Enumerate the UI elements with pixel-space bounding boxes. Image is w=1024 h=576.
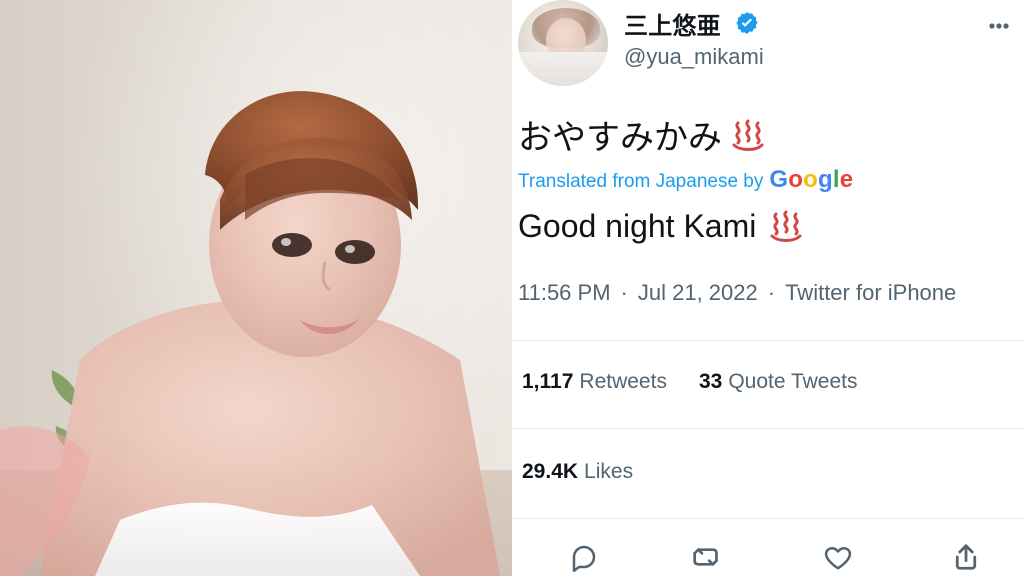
divider	[512, 428, 1024, 429]
more-icon[interactable]	[984, 14, 1014, 38]
tweet-stats-row: 1,117 Retweets 33 Quote Tweets	[522, 370, 858, 394]
retweets-count: 1,117	[522, 370, 574, 393]
tweet-meta: 11:56 PM · Jul 21, 2022 · Twitter for iP…	[518, 280, 956, 306]
quote-tweets-stat[interactable]: 33 Quote Tweets	[699, 370, 858, 394]
translation-attribution[interactable]: Translated from Japanese by Google	[518, 166, 853, 194]
likes-label: Likes	[584, 460, 634, 483]
share-icon	[955, 544, 977, 570]
retweets-label: Retweets	[579, 370, 667, 393]
reply-button[interactable]	[564, 540, 604, 574]
portrait-illustration	[0, 91, 500, 576]
quote-tweets-label: Quote Tweets	[728, 370, 858, 393]
handle[interactable]: @yua_mikami	[624, 44, 764, 70]
tweet-text-translated-content: Good night Kami	[518, 207, 757, 244]
hot-springs-icon	[732, 119, 764, 151]
tweet-text-translated: Good night Kami	[518, 206, 806, 246]
retweet-button[interactable]	[688, 540, 728, 574]
meta-separator: ·	[767, 280, 776, 305]
like-icon	[824, 547, 852, 570]
tweet-source[interactable]: Twitter for iPhone	[785, 280, 956, 306]
tweet-time[interactable]: 11:56 PM	[518, 280, 611, 306]
translation-label: Translated from Japanese by	[518, 171, 764, 192]
avatar-blanket	[518, 52, 608, 86]
tweet-panel: 三上悠亜 @yua_mikami おやすみかみ Translated from …	[512, 0, 1024, 576]
avatar[interactable]	[518, 0, 608, 86]
profile-photo-panel	[0, 0, 512, 576]
like-button[interactable]	[818, 540, 858, 574]
divider	[512, 518, 1024, 519]
divider	[512, 340, 1024, 341]
likes-stat[interactable]: 29.4K Likes	[522, 460, 633, 484]
quote-tweets-count: 33	[698, 370, 723, 393]
tweet-actions	[512, 536, 1024, 576]
verified-badge-icon	[736, 11, 758, 35]
tweet-text-original: おやすみかみ	[518, 110, 768, 159]
retweet-icon	[693, 548, 718, 566]
display-name[interactable]: 三上悠亜	[624, 6, 721, 41]
share-button[interactable]	[946, 540, 986, 574]
composite-screenshot: 三上悠亜 @yua_mikami おやすみかみ Translated from …	[0, 0, 1024, 576]
tweet-date[interactable]: Jul 21, 2022	[638, 280, 758, 306]
meta-separator: ·	[620, 280, 628, 305]
hot-springs-icon	[770, 210, 802, 242]
reply-icon	[572, 545, 596, 572]
retweets-stat[interactable]: 1,117 Retweets	[522, 370, 667, 394]
tweet-text-original-content: おやすみかみ	[518, 119, 722, 157]
likes-count: 29.4K	[522, 460, 579, 483]
google-wordmark: Google	[769, 166, 854, 193]
